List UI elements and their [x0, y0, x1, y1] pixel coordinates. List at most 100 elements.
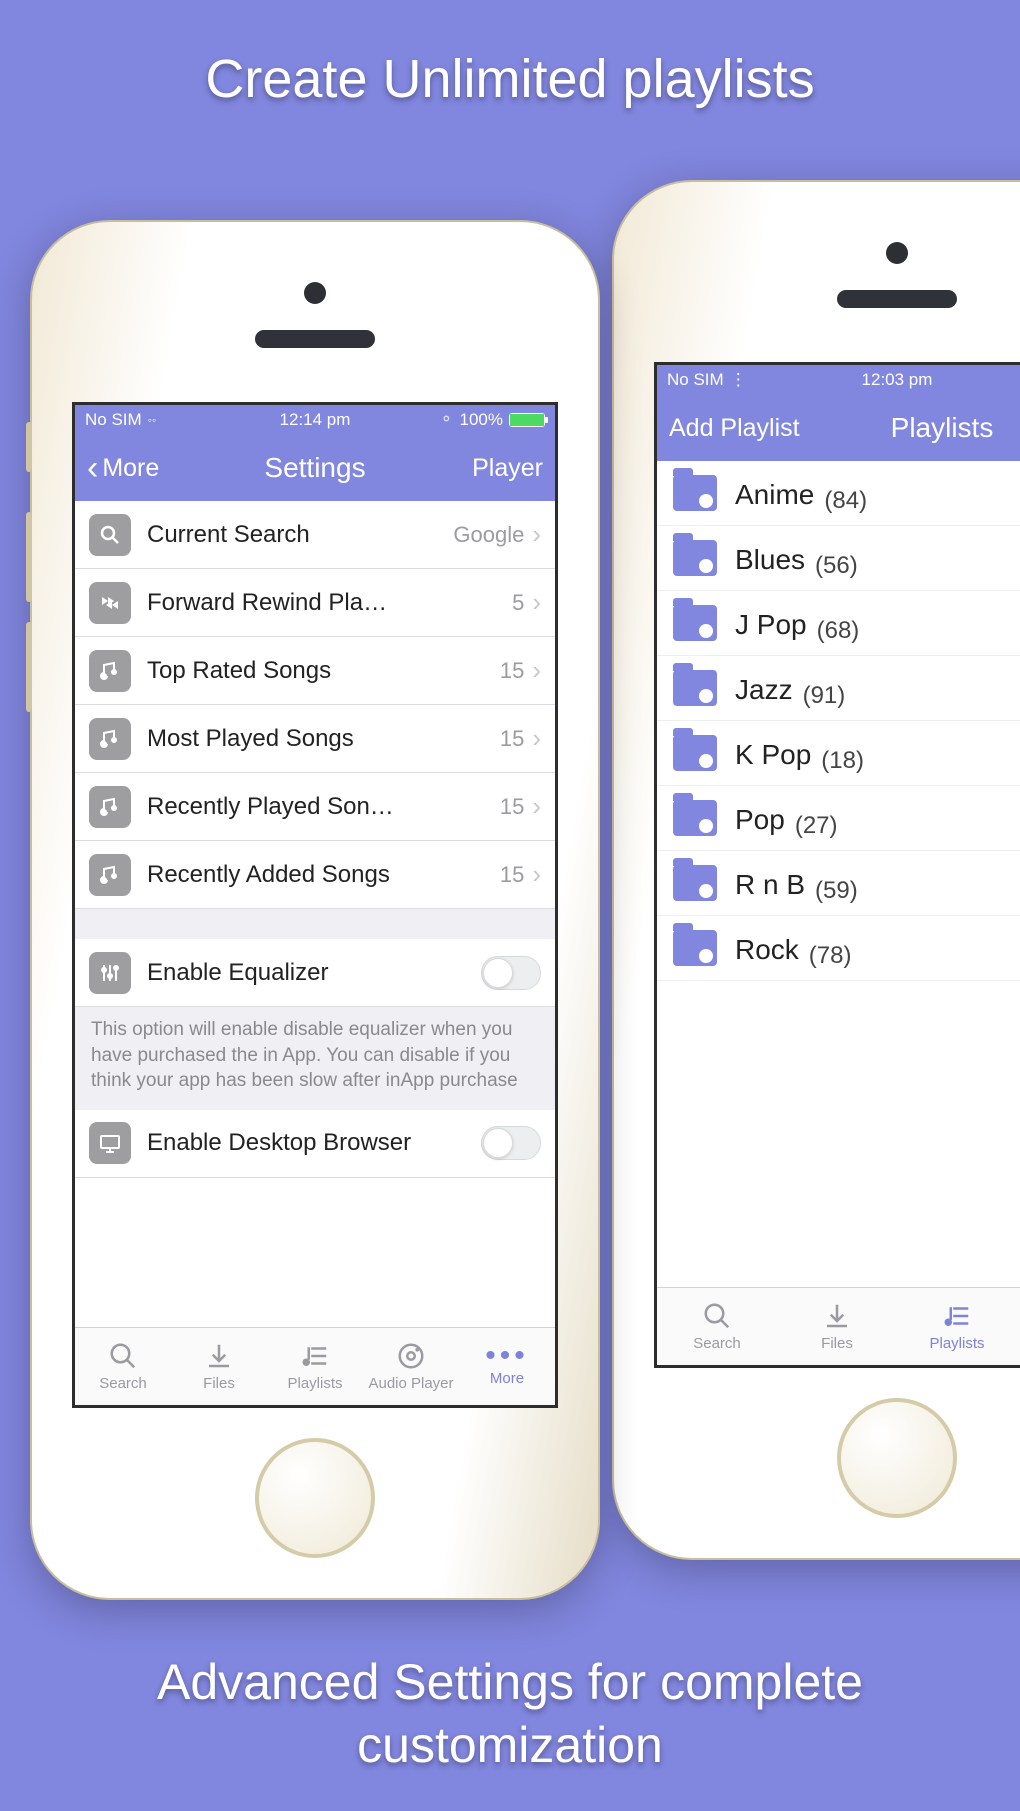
setting-label: Forward Rewind Pla… [147, 589, 512, 617]
tab-search[interactable]: Search [657, 1288, 777, 1365]
setting-recently-played[interactable]: Recently Played Son… 15 › [75, 773, 555, 841]
playlist-row[interactable]: J Pop (68) [657, 591, 1020, 656]
folder-icon [673, 800, 717, 836]
equalizer-note: This option will enable disable equalize… [75, 1007, 555, 1110]
playlist-name: R n B [735, 869, 805, 901]
chevron-right-icon: › [532, 791, 541, 822]
search-icon [106, 1341, 140, 1371]
player-button[interactable]: Player [472, 454, 543, 483]
tab-label: Playlists [287, 1375, 342, 1392]
tab-bar: Search Files Playlists Audio Player ••• … [75, 1327, 555, 1405]
audio-player-icon [394, 1341, 428, 1371]
home-button[interactable] [255, 1438, 375, 1558]
phone-right-frame: No SIM ⋮ 12:03 pm Add Playlist Playlists… [612, 180, 1020, 1560]
speaker-slot [255, 330, 375, 348]
camera-dot [304, 282, 326, 304]
playlist-count: (78) [809, 942, 852, 970]
tab-files[interactable]: Files [171, 1328, 267, 1405]
settings-list: Current Search Google › Forward Rewind P… [75, 501, 555, 1178]
tab-audio-player[interactable]: Audio Player [363, 1328, 459, 1405]
setting-desktop-browser[interactable]: Enable Desktop Browser [75, 1110, 555, 1178]
playlist-row[interactable]: Blues (56) [657, 526, 1020, 591]
setting-label: Enable Desktop Browser [147, 1129, 481, 1157]
search-icon [700, 1301, 734, 1331]
playlist-row[interactable]: Anime (84) [657, 461, 1020, 526]
music-plus-icon [89, 854, 131, 896]
tab-label: Audio Player [368, 1375, 453, 1392]
download-icon [820, 1301, 854, 1331]
setting-value: 15 [500, 658, 524, 684]
tab-files[interactable]: Files [777, 1288, 897, 1365]
playlist-row[interactable]: Jazz (91) [657, 656, 1020, 721]
folder-icon [673, 605, 717, 641]
tab-search[interactable]: Search [75, 1328, 171, 1405]
folder-icon [673, 475, 717, 511]
setting-label: Enable Equalizer [147, 959, 481, 987]
chevron-right-icon: › [532, 519, 541, 550]
promo-title: Create Unlimited playlists [0, 48, 1020, 110]
tab-playlists[interactable]: Playlists [897, 1288, 1017, 1365]
tab-label: Search [693, 1335, 741, 1352]
settings-screen: No SIM ◦◦ 12:14 pm ⚬ 100% ‹ More Setting… [72, 402, 558, 1408]
back-label: More [102, 454, 159, 483]
setting-recently-added[interactable]: Recently Added Songs 15 › [75, 841, 555, 909]
playlist-name: Anime [735, 479, 814, 511]
setting-label: Top Rated Songs [147, 657, 500, 685]
playlist-name: J Pop [735, 609, 807, 641]
tab-label: Search [99, 1375, 147, 1392]
status-time: 12:03 pm [657, 370, 1020, 390]
folder-icon [673, 540, 717, 576]
tab-bar: Search Files Playlists Audio [657, 1287, 1020, 1365]
playlist-count: (84) [824, 487, 867, 515]
setting-label: Recently Played Son… [147, 793, 500, 821]
setting-label: Most Played Songs [147, 725, 500, 753]
folder-icon [673, 865, 717, 901]
status-bar: No SIM ◦◦ 12:14 pm ⚬ 100% [75, 405, 555, 435]
more-icon: ••• [485, 1346, 529, 1366]
rewind-icon [89, 582, 131, 624]
promo-footer: Advanced Settings for complete customiza… [0, 1651, 1020, 1776]
tab-more[interactable]: ••• More [459, 1328, 555, 1405]
tab-label: Playlists [929, 1335, 984, 1352]
setting-label: Current Search [147, 521, 453, 549]
nav-bar: ‹ More Settings Player [75, 435, 555, 501]
tab-label: More [490, 1370, 524, 1387]
add-playlist-button[interactable]: Add Playlist [669, 414, 800, 443]
setting-value: 15 [500, 726, 524, 752]
setting-current-search[interactable]: Current Search Google › [75, 501, 555, 569]
status-bar: No SIM ⋮ 12:03 pm [657, 365, 1020, 395]
playlist-count: (91) [803, 682, 846, 710]
playlist-row[interactable]: Pop (27) [657, 786, 1020, 851]
desktop-toggle[interactable] [481, 1126, 541, 1160]
nav-bar: Add Playlist Playlists [657, 395, 1020, 461]
playlist-row[interactable]: R n B (59) [657, 851, 1020, 916]
chevron-right-icon: › [532, 587, 541, 618]
tab-playlists[interactable]: Playlists [267, 1328, 363, 1405]
playlist-count: (27) [795, 812, 838, 840]
music-star-icon [89, 650, 131, 692]
setting-label: Recently Added Songs [147, 861, 500, 889]
equalizer-toggle[interactable] [481, 956, 541, 990]
chevron-right-icon: › [532, 655, 541, 686]
home-button[interactable] [837, 1398, 957, 1518]
setting-top-rated[interactable]: Top Rated Songs 15 › [75, 637, 555, 705]
playlist-row[interactable]: K Pop (18) [657, 721, 1020, 786]
download-icon [202, 1341, 236, 1371]
playlist-row[interactable]: Rock (78) [657, 916, 1020, 981]
setting-equalizer[interactable]: Enable Equalizer [75, 939, 555, 1007]
playlist-list: Anime (84) Blues (56) J Pop (68) Jazz (9… [657, 461, 1020, 981]
music-heart-icon [89, 718, 131, 760]
playlists-screen: No SIM ⋮ 12:03 pm Add Playlist Playlists… [654, 362, 1020, 1368]
playlist-name: Blues [735, 544, 805, 576]
playlist-icon [298, 1341, 332, 1371]
setting-value: Google [453, 522, 524, 548]
setting-value: 15 [500, 794, 524, 820]
playlist-count: (18) [821, 747, 864, 775]
playlist-name: Rock [735, 934, 799, 966]
search-icon [89, 514, 131, 556]
playlist-name: K Pop [735, 739, 811, 771]
back-button[interactable]: ‹ More [87, 454, 159, 483]
setting-forward-rewind[interactable]: Forward Rewind Pla… 5 › [75, 569, 555, 637]
battery-icon [509, 413, 545, 427]
setting-most-played[interactable]: Most Played Songs 15 › [75, 705, 555, 773]
